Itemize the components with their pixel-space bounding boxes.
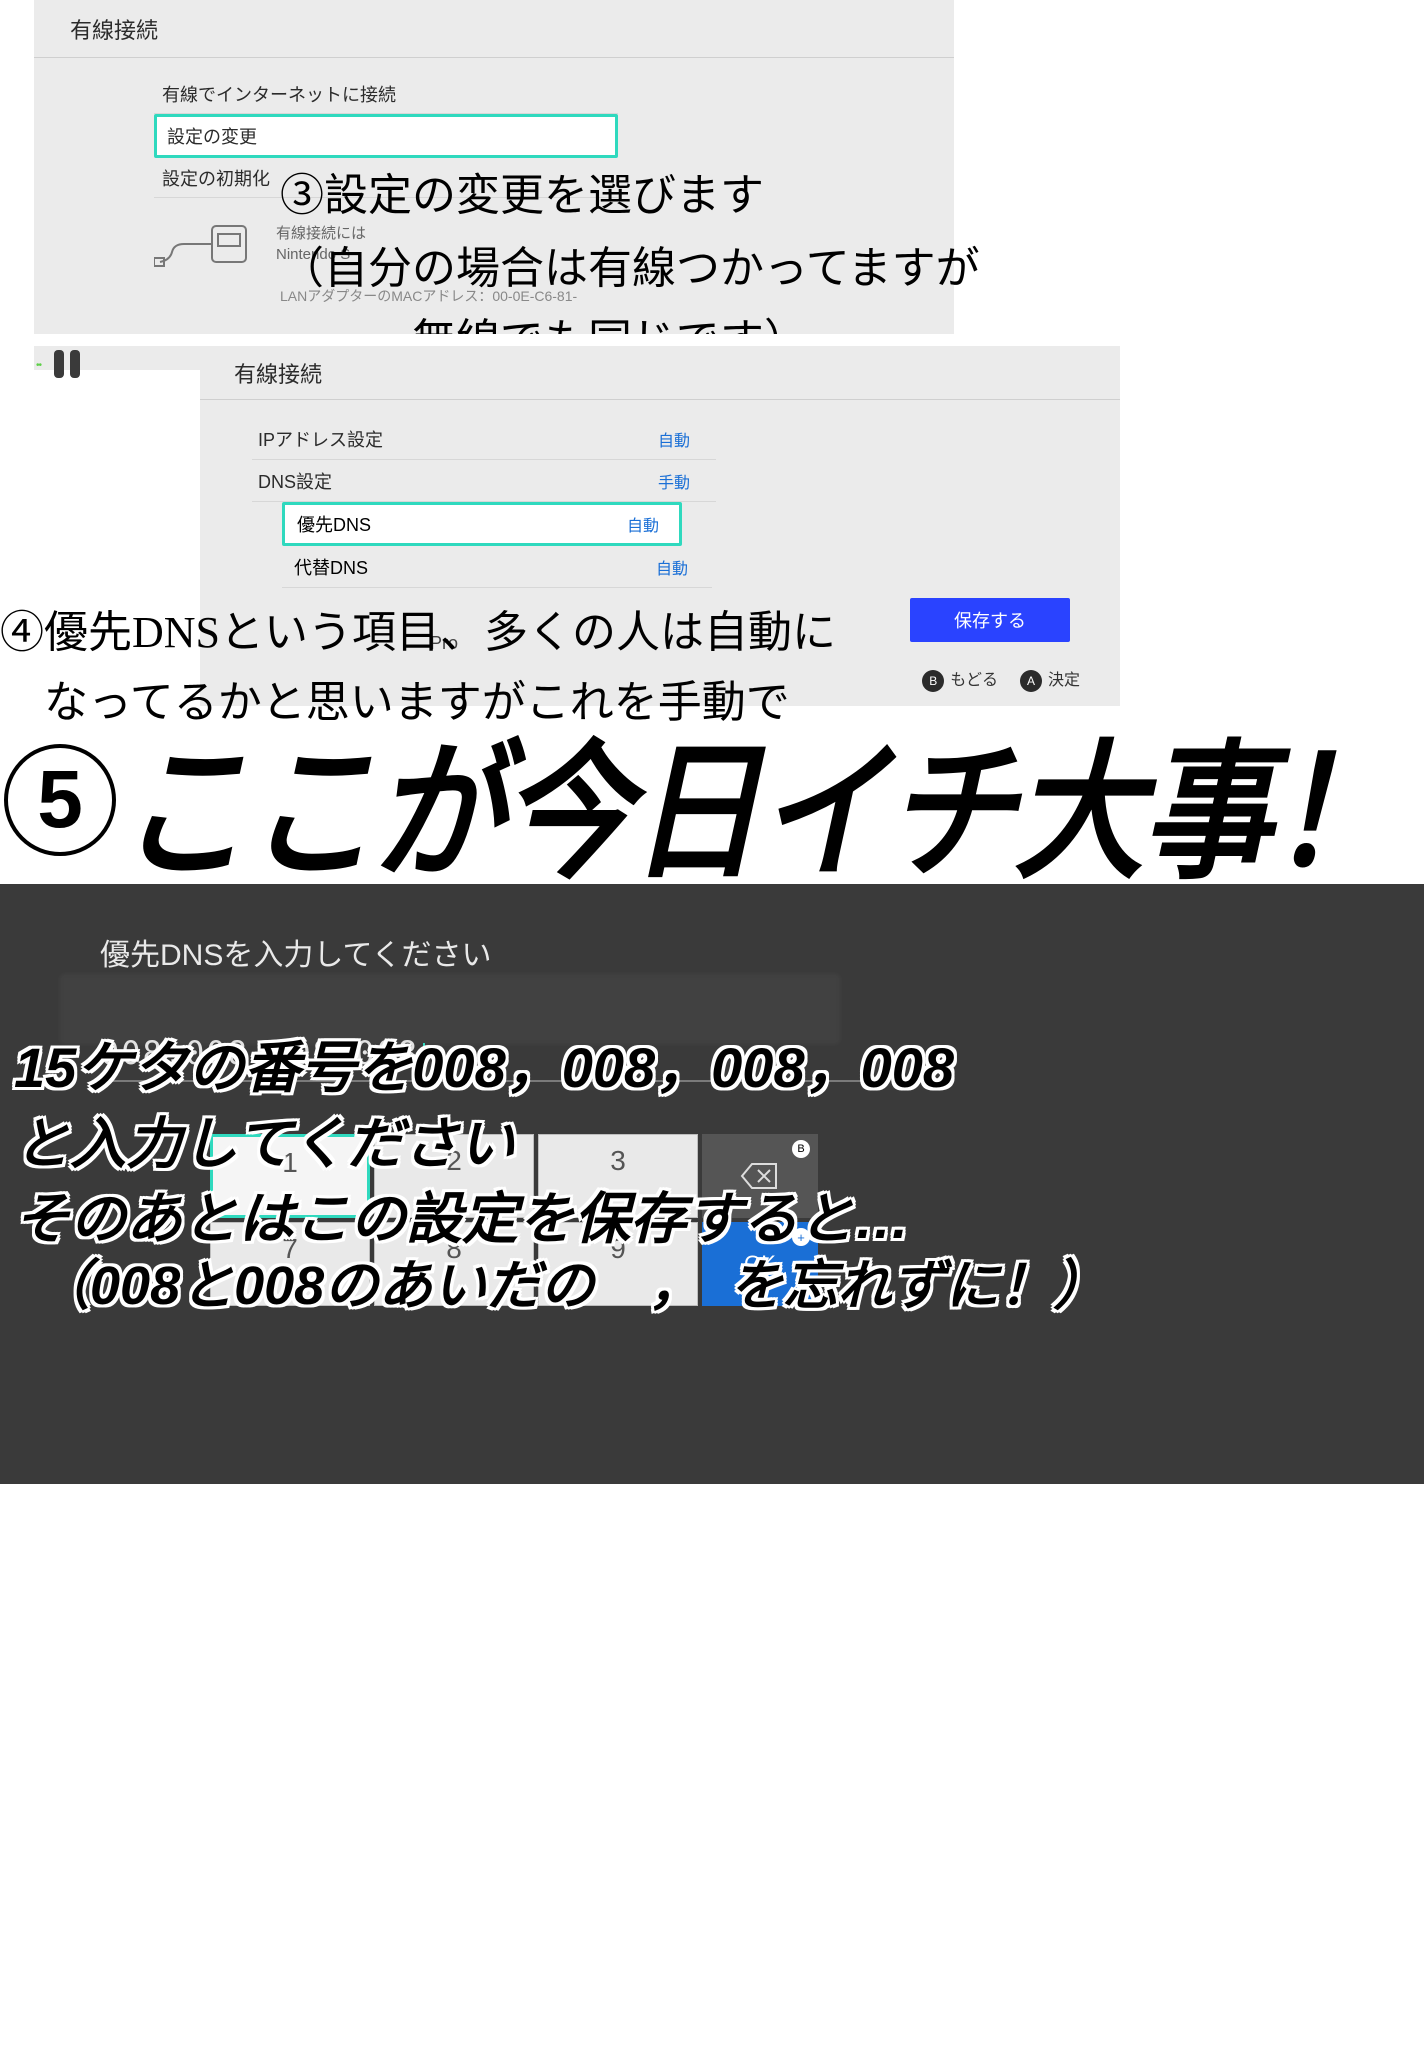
panel2-title: 有線接続 bbox=[234, 357, 322, 389]
lan-adapter-icon bbox=[154, 212, 264, 276]
alt-dns-value: 自動 bbox=[656, 555, 688, 579]
panel2-header: 有線接続 bbox=[200, 346, 1120, 400]
primary-dns-value: 自動 bbox=[627, 512, 659, 536]
annotation-step6: 15ケタの番号を008，008，008，008 と入力してください そのあとはこ… bbox=[14, 1030, 954, 1257]
hint-back: Bもどる bbox=[922, 666, 998, 692]
row-connect-wired[interactable]: 有線でインターネットに接続 bbox=[154, 74, 618, 114]
button-hints: Bもどる A決定 bbox=[922, 666, 1080, 692]
row-dns-settings[interactable]: DNS設定 手動 bbox=[252, 460, 716, 502]
annotation-step8: （008と008のあいだの ， を忘れずに！） bbox=[36, 1250, 1107, 1323]
save-button[interactable]: 保存する bbox=[910, 598, 1070, 642]
row-change-settings[interactable]: 設定の変更 bbox=[154, 114, 618, 158]
a-button-icon: A bbox=[1020, 670, 1042, 692]
ip-label: IPアドレス設定 bbox=[258, 426, 383, 452]
divider bbox=[0, 334, 1424, 346]
annotation-step4: ④優先DNSという項目、多くの人は自動に なってるかと思いますがこれを手動で bbox=[0, 598, 836, 739]
row-alt-dns[interactable]: 代替DNS 自動 bbox=[282, 546, 712, 588]
step5-number: 5 bbox=[4, 744, 116, 856]
panel1-header: 有線接続 bbox=[34, 0, 954, 58]
dns-value: 手動 bbox=[658, 469, 690, 493]
row-primary-dns[interactable]: 優先DNS 自動 bbox=[282, 502, 682, 546]
alt-dns-label: 代替DNS bbox=[294, 554, 368, 580]
b-button-icon: B bbox=[922, 670, 944, 692]
dns-label: DNS設定 bbox=[258, 468, 332, 494]
ip-value: 自動 bbox=[658, 427, 690, 451]
input-prompt: 優先DNSを入力してください bbox=[100, 930, 492, 974]
annotation-step5: 5 ここが今日イチ大事！ bbox=[0, 720, 1424, 880]
joycon-status-icon: •• bbox=[54, 350, 80, 378]
footer-strip bbox=[0, 2038, 1424, 2048]
row-ip-settings[interactable]: IPアドレス設定 自動 bbox=[252, 418, 716, 460]
primary-dns-label: 優先DNS bbox=[297, 511, 371, 537]
panel2-body: IPアドレス設定 自動 DNS設定 手動 優先DNS 自動 代替DNS 自動 bbox=[200, 400, 1120, 588]
panel1-title: 有線接続 bbox=[70, 13, 158, 45]
hint-ok: A決定 bbox=[1020, 666, 1080, 692]
